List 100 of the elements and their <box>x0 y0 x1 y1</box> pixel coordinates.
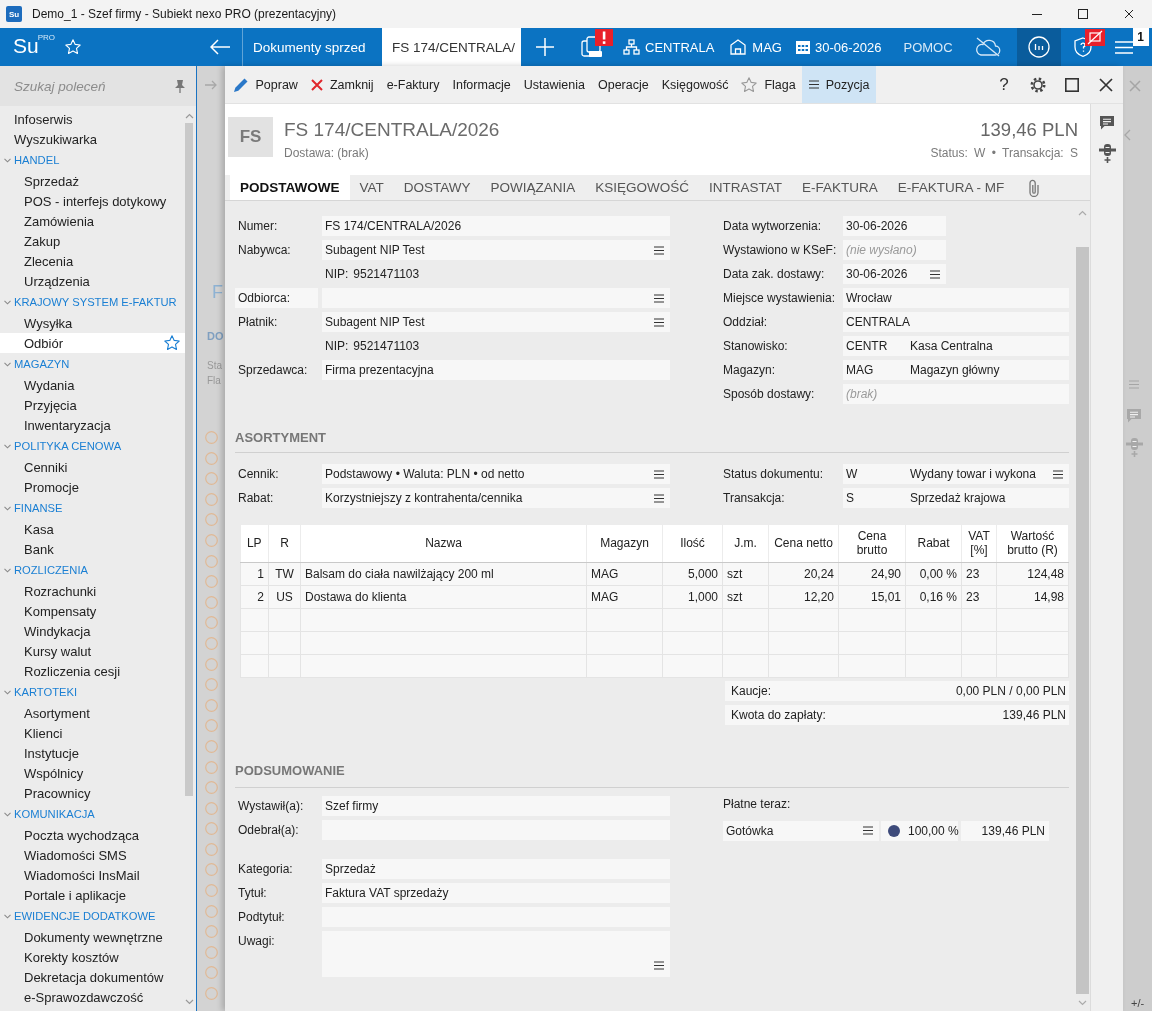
toolbar-button[interactable]: Zamknij <box>304 66 381 103</box>
select-field[interactable]: Subagent NIP Test <box>322 312 670 332</box>
menu-icon[interactable] <box>654 960 664 970</box>
ins-button[interactable] <box>1016 28 1061 66</box>
sidebar-item[interactable]: Korekty kosztów <box>0 947 185 967</box>
sidebar-item[interactable]: Infoserwis <box>0 109 185 129</box>
sidebar-item[interactable]: e-Sprawozdawczość <box>0 987 185 1007</box>
sidebar-section[interactable]: ROZLICZENIA <box>0 559 185 581</box>
text-field[interactable]: 139,46 PLN <box>961 820 1049 841</box>
column-header[interactable]: Magazyn <box>586 525 663 562</box>
notes-field[interactable] <box>322 930 670 977</box>
help-link[interactable]: POMOC <box>903 28 953 66</box>
column-header[interactable]: Wartość brutto (R) <box>996 525 1069 562</box>
text-field[interactable]: MAG Magazyn główny <box>843 360 1069 380</box>
text-field[interactable]: S Sprzedaż krajowa <box>843 488 1069 508</box>
text-field[interactable]: Wrocław <box>843 288 1069 308</box>
text-field[interactable]: Szef firmy <box>322 795 670 816</box>
tab[interactable]: E-FAKTURA - MF <box>887 175 1015 200</box>
column-header[interactable]: VAT [%] <box>961 525 997 562</box>
sidebar-item[interactable]: Kasa <box>0 519 185 539</box>
select-field[interactable]: Korzystniejszy z kontrahenta/cennika <box>322 488 670 508</box>
tab[interactable]: VAT <box>349 175 394 200</box>
text-field[interactable]: 30-06-2026 <box>843 216 946 236</box>
column-header[interactable]: R <box>268 525 301 562</box>
sidebar-item[interactable]: Promocje <box>0 477 185 497</box>
scrollbar-thumb[interactable] <box>1076 247 1089 994</box>
sidebar-item[interactable]: Dekretacja dokumentów <box>0 967 185 987</box>
sidebar-item[interactable]: Wydania <box>0 375 185 395</box>
toolbar-button[interactable]: Księgowość <box>655 66 735 103</box>
toolbar-button[interactable]: e-Faktury <box>380 66 446 103</box>
document-tab[interactable]: FS 174/CENTRALA/ <box>382 28 521 66</box>
branch-button[interactable]: CENTRALA <box>623 28 715 66</box>
sidebar-section[interactable]: KRAJOWY SYSTEM E-FAKTUR <box>0 291 185 313</box>
sidebar-section[interactable]: KOMUNIKACJA <box>0 803 185 825</box>
text-field[interactable]: 100,00 % <box>881 820 958 841</box>
sidebar-item[interactable]: Zamówienia <box>0 211 185 231</box>
text-field[interactable]: Sprzedaż <box>322 858 670 879</box>
sidebar-item[interactable]: Rozliczenia cesji <box>0 661 185 681</box>
date-field[interactable]: 30-06-2026 <box>843 264 946 284</box>
sidebar-item[interactable]: Wiadomości SMS <box>0 845 185 865</box>
column-header[interactable]: Nazwa <box>300 525 587 562</box>
sidebar-section[interactable]: EWIDENCJE DODATKOWE <box>0 905 185 927</box>
select-field[interactable]: Podstawowy • Waluta: PLN • od netto <box>322 464 670 484</box>
chevron-down-icon[interactable] <box>184 999 194 1005</box>
text-field[interactable]: Faktura VAT sprzedaży <box>322 882 670 903</box>
tab[interactable]: INTRASTAT <box>699 175 793 200</box>
sidebar-item[interactable]: Wyszukiwarka <box>0 129 185 149</box>
menu-icon[interactable] <box>863 826 873 835</box>
pin-icon[interactable] <box>174 79 186 93</box>
sidebar-item[interactable]: Klienci <box>0 723 185 743</box>
column-header[interactable]: Cena brutto <box>838 525 906 562</box>
column-header[interactable]: Ilość <box>662 525 723 562</box>
sidebar-item[interactable]: POS - interfejs dotykowy <box>0 191 185 211</box>
sidebar-item[interactable]: Rozrachunki <box>0 581 185 601</box>
sidebar-item[interactable]: Urządzenia <box>0 271 185 291</box>
sidebar-item[interactable]: Asortyment <box>0 703 185 723</box>
sidebar-item[interactable]: Bank <box>0 539 185 559</box>
toolbar-button[interactable]: Flaga <box>734 66 803 103</box>
sidebar-item[interactable]: Instytucje <box>0 743 185 763</box>
toolbar-button[interactable]: Operacje <box>591 66 656 103</box>
menu-icon[interactable] <box>654 245 664 255</box>
text-field[interactable]: Firma prezentacyjna <box>322 360 670 380</box>
sidebar-item[interactable]: Wspólnicy <box>0 763 185 783</box>
sidebar-item[interactable]: Kompensaty <box>0 601 185 621</box>
column-header[interactable]: Cena netto <box>768 525 839 562</box>
sidebar-item[interactable]: Portale i aplikacje <box>0 885 185 905</box>
tab[interactable]: DOSTAWY <box>393 175 481 200</box>
column-header[interactable]: Rabat <box>905 525 962 562</box>
sidebar-section[interactable]: KARTOTEKI <box>0 681 185 703</box>
chevron-up-icon[interactable] <box>184 113 194 119</box>
menu-icon[interactable] <box>654 317 664 327</box>
sidebar-section[interactable]: MAGAZYN <box>0 353 185 375</box>
sidebar-item[interactable]: Cenniki <box>0 457 185 477</box>
sidebar-section[interactable]: POLITYKA CENOWA <box>0 435 185 457</box>
sidebar-item[interactable]: Poczta wychodząca <box>0 825 185 845</box>
sidebar-item[interactable]: Wysyłka <box>0 313 185 333</box>
column-header[interactable]: J.m. <box>722 525 769 562</box>
toolbar-button[interactable]: Popraw <box>226 66 305 103</box>
warehouse-button[interactable]: MAG <box>730 28 782 66</box>
document-tab[interactable]: Dokumenty sprzed <box>243 28 382 66</box>
select-field[interactable]: W Wydany towar i wykona <box>843 464 1069 484</box>
column-header[interactable]: LP <box>240 525 269 562</box>
select-field[interactable]: Subagent NIP Test <box>322 240 670 260</box>
plug-plus-icon[interactable] <box>1098 144 1116 163</box>
sidebar-item[interactable]: Sprzedaż <box>0 171 185 191</box>
help-button[interactable]: ? <box>987 66 1021 103</box>
sidebar-section[interactable]: HANDEL <box>0 149 185 171</box>
menu-icon[interactable] <box>654 469 664 479</box>
select-field[interactable]: Gotówka <box>723 820 879 841</box>
sidebar-item[interactable]: Odbiór <box>0 333 185 353</box>
tab[interactable]: POWIĄZANIA <box>480 175 586 200</box>
text-field[interactable]: CENTR Kasa Centralna <box>843 336 1069 356</box>
toolbar-button[interactable]: Pozycja <box>802 66 876 103</box>
menu-icon[interactable] <box>1053 469 1063 479</box>
sidebar-section[interactable]: FINANSE <box>0 497 185 519</box>
text-field[interactable]: CENTRALA <box>843 312 1069 332</box>
menu-icon[interactable] <box>930 269 940 279</box>
menu-icon[interactable] <box>654 293 664 303</box>
sidebar-item[interactable]: Inwentaryzacja <box>0 415 185 435</box>
menu-icon[interactable] <box>654 493 664 503</box>
